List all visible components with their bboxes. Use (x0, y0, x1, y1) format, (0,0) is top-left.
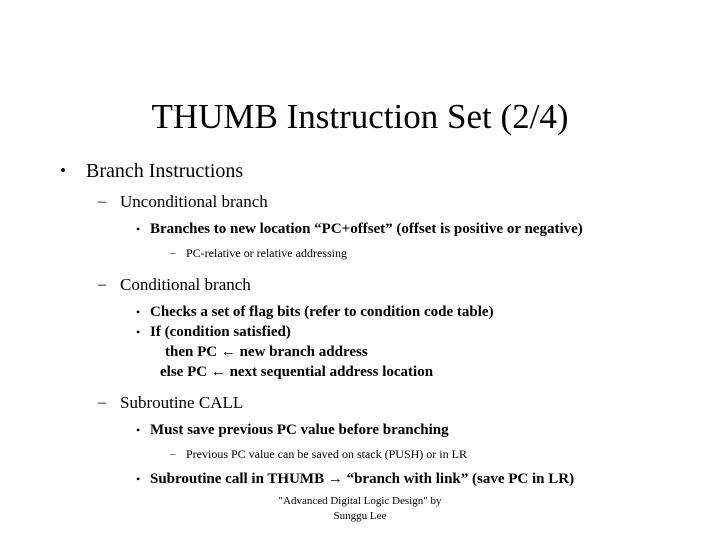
bullet-level3-icon: • (136, 423, 141, 437)
outline-item-checks-flag-bits: • Checks a set of flag bits (refer to co… (0, 302, 720, 322)
outline-item-label: Branch Instructions (86, 160, 244, 182)
bullet-level3-icon: • (136, 222, 141, 236)
outline-item-subroutine-call: – Subroutine CALL (0, 391, 720, 414)
page-title: THUMB Instruction Set (2/4) (151, 97, 569, 137)
outline-item-must-save-pc: • Must save previous PC value before bra… (0, 420, 720, 440)
bullet-level3-icon: • (136, 325, 141, 339)
outline-item-pc-relative: – PC-relative or relative addressing (0, 245, 720, 262)
slide-footer: "Advanced Digital Logic Design" by Sungg… (0, 494, 720, 524)
footer-line-2: Sunggu Lee (333, 510, 387, 522)
slide-body-outline: • Branch Instructions – Unconditional br… (0, 158, 720, 489)
outline-item-if-condition-satisfied: • If (condition satisfied) (0, 322, 720, 342)
outline-item-label: Unconditional branch (120, 192, 268, 211)
bullet-level4-icon: – (170, 448, 176, 460)
bullet-level1-icon: • (60, 161, 66, 180)
outline-item-label: Previous PC value can be saved on stack … (186, 447, 467, 461)
outline-continuation-else-pc: else PC ← next sequential address locati… (160, 364, 434, 380)
outline-continuation-then-pc: then PC ← new branch address (165, 344, 368, 360)
bullet-level3-icon: • (136, 305, 141, 319)
outline-item-label: PC-relative or relative addressing (186, 246, 347, 260)
outline-item-label: Subroutine call in THUMB → “branch with … (150, 471, 575, 487)
outline-item-unconditional-branch: – Unconditional branch (0, 190, 720, 213)
bullet-level2-icon: – (98, 394, 106, 411)
outline-item-label: Conditional branch (120, 275, 251, 294)
bullet-level2-icon: – (98, 276, 106, 293)
bullet-level2-icon: – (98, 193, 106, 210)
outline-item-label: If (condition satisfied) (150, 324, 291, 340)
outline-item-branches-to-new-location: • Branches to new location “PC+offset” (… (0, 219, 720, 239)
bullet-level3-icon: • (136, 472, 141, 486)
outline-item-previous-pc-stack: – Previous PC value can be saved on stac… (0, 446, 720, 463)
outline-item-subroutine-call-thumb: • Subroutine call in THUMB → “branch wit… (0, 469, 720, 489)
outline-item-label: Checks a set of flag bits (refer to cond… (150, 304, 494, 320)
bullet-level4-icon: – (170, 247, 176, 259)
outline-item-label: Subroutine CALL (120, 393, 244, 412)
footer-line-1: "Advanced Digital Logic Design" by (278, 495, 442, 507)
outline-item-label: Branches to new location “PC+offset” (of… (150, 221, 583, 237)
outline-item-label: Must save previous PC value before branc… (150, 422, 449, 438)
outline-item-branch-instructions: • Branch Instructions (0, 158, 720, 184)
presentation-slide: THUMB Instruction Set (2/4) • Branch Ins… (0, 0, 720, 540)
outline-item-conditional-branch: – Conditional branch (0, 273, 720, 296)
